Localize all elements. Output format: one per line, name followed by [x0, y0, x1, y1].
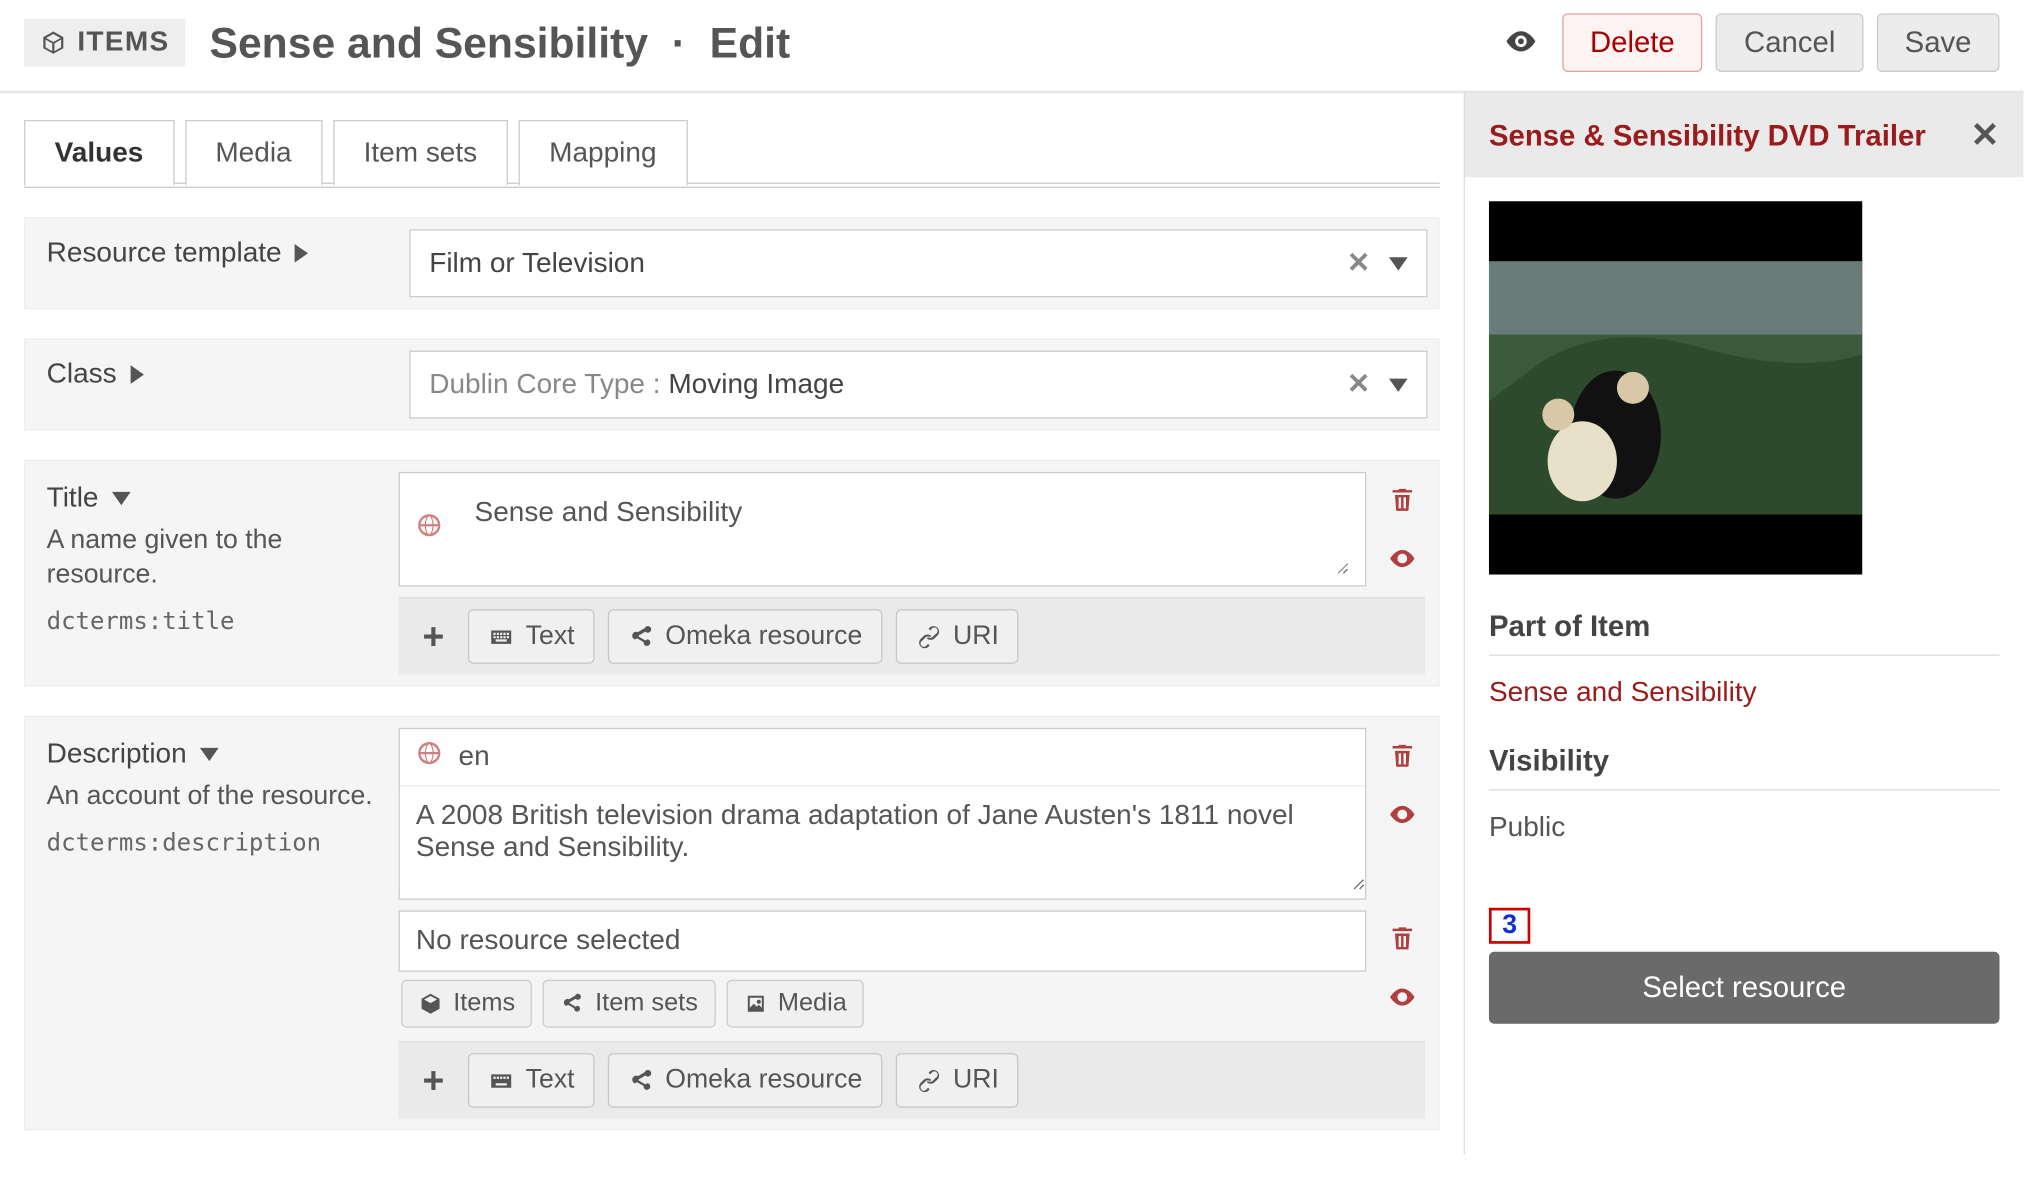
- class-row: Class Dublin Core Type : Moving Image ✕: [24, 339, 1440, 431]
- share-icon: [628, 1067, 655, 1094]
- resource-template-label: Resource template: [47, 237, 282, 269]
- tab-values[interactable]: Values: [24, 120, 174, 185]
- page-mode: Edit: [710, 18, 791, 66]
- title-value-input[interactable]: [399, 472, 1367, 587]
- class-select[interactable]: Dublin Core Type : Moving Image ✕: [409, 351, 1427, 419]
- share-icon: [628, 623, 655, 650]
- delete-value-icon[interactable]: [1388, 741, 1417, 778]
- description-hint: An account of the resource.: [47, 778, 378, 813]
- class-prefix: Dublin Core Type :: [429, 369, 660, 400]
- keyboard-icon: [488, 623, 515, 650]
- items-badge-label: ITEMS: [77, 27, 169, 59]
- visibility-label: Visibility: [1489, 744, 2000, 791]
- part-of-item-label: Part of Item: [1489, 609, 2000, 656]
- eye-icon: [1503, 23, 1538, 58]
- title-hint: A name given to the resource.: [47, 523, 378, 592]
- add-uri-button[interactable]: URI: [896, 609, 1019, 664]
- media-thumbnail[interactable]: [1489, 201, 1862, 574]
- items-badge[interactable]: ITEMS: [24, 19, 186, 67]
- add-omeka-resource-button[interactable]: Omeka resource: [608, 609, 882, 664]
- class-label: Class: [47, 359, 117, 391]
- close-sidebar-icon[interactable]: ✕: [1970, 115, 1999, 156]
- resource-chip-items[interactable]: Items: [401, 980, 532, 1028]
- tab-mapping[interactable]: Mapping: [518, 120, 687, 185]
- title-textarea[interactable]: [459, 484, 1349, 575]
- cube-icon: [419, 992, 443, 1016]
- header-actions: Delete Cancel Save: [1493, 13, 2000, 72]
- add-value-icon[interactable]: +: [412, 615, 455, 658]
- resource-template-row: Resource template Film or Television ✕: [24, 217, 1440, 309]
- globe-icon[interactable]: [416, 740, 443, 775]
- add-text-button[interactable]: Text: [468, 609, 594, 664]
- sidebar-header: Sense & Sensibility DVD Trailer ✕: [1465, 93, 2024, 177]
- image-icon: [743, 992, 767, 1016]
- add-text-button[interactable]: Text: [468, 1053, 594, 1108]
- step-badge: 3: [1489, 908, 1530, 944]
- caret-right-icon: [295, 244, 308, 263]
- resource-value-box: No resource selected: [399, 910, 1367, 971]
- add-text-label: Text: [526, 621, 575, 652]
- cube-icon: [40, 29, 67, 56]
- no-resource-text: No resource selected: [416, 925, 681, 956]
- clear-class-icon[interactable]: ✕: [1347, 368, 1370, 401]
- delete-button[interactable]: Delete: [1562, 13, 1703, 72]
- title-label: Title: [47, 483, 99, 515]
- part-of-item-link[interactable]: Sense and Sensibility: [1489, 677, 2000, 709]
- cancel-button[interactable]: Cancel: [1716, 13, 1863, 72]
- resource-template-value: Film or Television: [429, 247, 645, 279]
- value-visibility-icon[interactable]: [1388, 544, 1417, 581]
- title-property: Title A name given to the resource. dcte…: [24, 460, 1440, 687]
- value-visibility-icon[interactable]: [1388, 800, 1417, 837]
- value-visibility-icon[interactable]: [1388, 982, 1417, 1019]
- resource-template-select[interactable]: Film or Television ✕: [409, 229, 1427, 297]
- visibility-value: Public: [1489, 812, 2000, 844]
- link-icon: [916, 1067, 943, 1094]
- link-icon: [916, 623, 943, 650]
- resource-chip-media[interactable]: Media: [726, 980, 864, 1028]
- add-value-icon[interactable]: +: [412, 1059, 455, 1102]
- clear-template-icon[interactable]: ✕: [1347, 247, 1370, 280]
- tabs: Values Media Item sets Mapping: [24, 117, 1440, 188]
- header-left: ITEMS Sense and Sensibility · Edit: [24, 18, 790, 67]
- delete-value-icon[interactable]: [1388, 924, 1417, 961]
- description-term: dcterms:description: [47, 829, 378, 857]
- visibility-toggle[interactable]: [1493, 15, 1549, 70]
- thumbnail-image: [1489, 201, 1862, 574]
- description-textarea[interactable]: [400, 786, 1365, 890]
- delete-value-icon[interactable]: [1388, 485, 1417, 522]
- tab-media[interactable]: Media: [185, 120, 323, 185]
- sidebar: Sense & Sensibility DVD Trailer ✕ Part o…: [1464, 93, 2024, 1154]
- class-value: Moving Image: [668, 369, 844, 400]
- description-lang[interactable]: en: [459, 741, 490, 773]
- add-uri-label: URI: [953, 621, 999, 652]
- keyboard-icon: [488, 1067, 515, 1094]
- caret-down-icon[interactable]: [1389, 378, 1408, 391]
- description-property: Description An account of the resource. …: [24, 716, 1440, 1131]
- main-panel: Values Media Item sets Mapping Resource …: [0, 93, 1464, 1154]
- add-omeka-resource-button[interactable]: Omeka resource: [608, 1053, 882, 1108]
- select-resource-button[interactable]: Select resource: [1489, 952, 2000, 1024]
- caret-right-icon: [130, 365, 143, 384]
- tab-item-sets[interactable]: Item sets: [333, 120, 508, 185]
- share-icon: [560, 992, 584, 1016]
- caret-down-icon[interactable]: [200, 748, 219, 761]
- title-term: dcterms:title: [47, 608, 378, 636]
- title-add-row: + Text Omeka resource URI: [399, 597, 1425, 674]
- description-value-input[interactable]: en: [399, 728, 1367, 900]
- add-uri-button[interactable]: URI: [896, 1053, 1019, 1108]
- add-omeka-label: Omeka resource: [665, 621, 862, 652]
- page-title-text: Sense and Sensibility: [210, 18, 649, 66]
- description-add-row: + Text Omeka resource URI: [399, 1041, 1425, 1118]
- page-header: ITEMS Sense and Sensibility · Edit Delet…: [0, 0, 2023, 93]
- title-separator: ·: [672, 18, 686, 66]
- resource-chip-item-sets[interactable]: Item sets: [543, 980, 715, 1028]
- caret-down-icon[interactable]: [1389, 257, 1408, 270]
- sidebar-title: Sense & Sensibility DVD Trailer: [1489, 118, 1926, 153]
- save-button[interactable]: Save: [1877, 13, 2000, 72]
- page-title: Sense and Sensibility · Edit: [210, 18, 791, 67]
- caret-down-icon[interactable]: [112, 492, 131, 505]
- globe-icon[interactable]: [416, 512, 443, 547]
- description-label: Description: [47, 738, 187, 770]
